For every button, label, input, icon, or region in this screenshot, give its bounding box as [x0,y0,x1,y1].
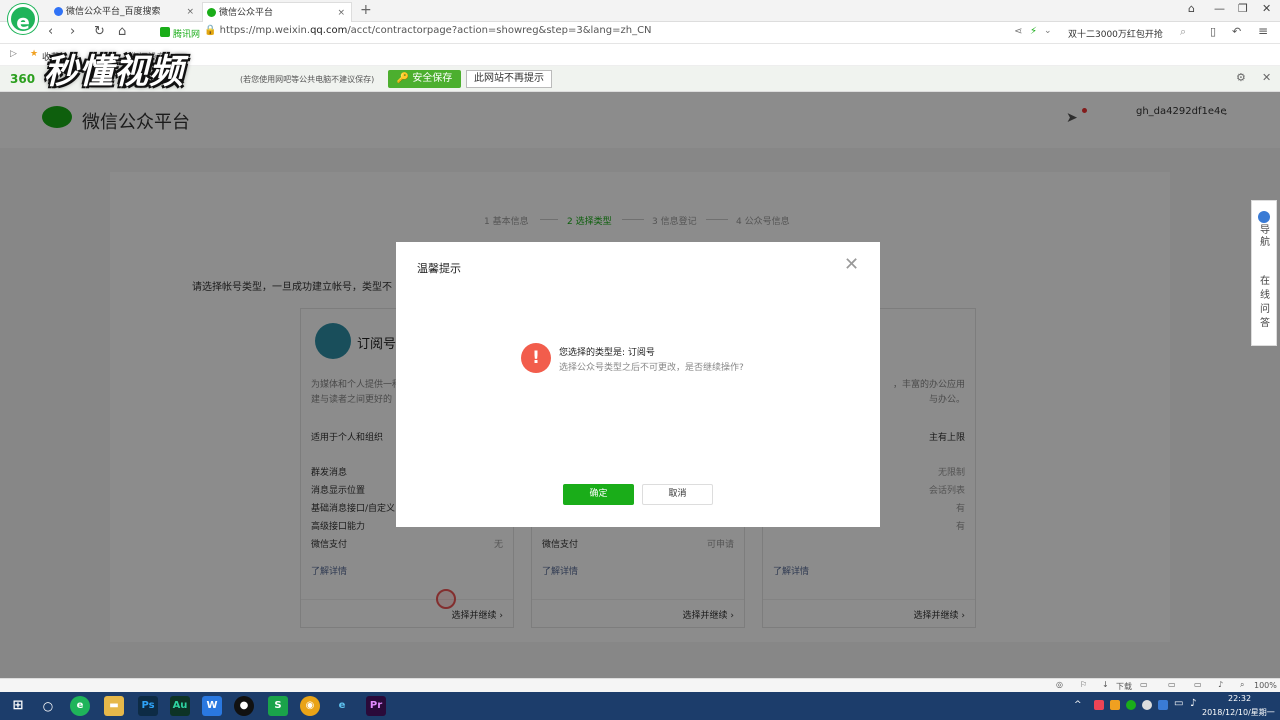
search-circle-icon[interactable]: ○ [38,696,58,716]
dialog-title: 温馨提示 [417,262,461,275]
close-tab-icon[interactable]: × [186,2,194,22]
tab-weixin[interactable]: 微信公众平台 × [202,2,352,22]
tab-bar: 微信公众平台_百度搜索 × 微信公众平台 × + ⌂ — ❐ ✕ [0,0,1280,22]
brand-360: 360 [10,72,36,86]
browser-status-bar: ◎ ⚐ ↓ 下载 ▭ ▭ ▭ ♪ ⌕ 100% [0,678,1280,692]
tray-app-icon[interactable] [1142,700,1152,710]
menu-icon[interactable]: ≡ [1258,24,1268,38]
address-bar[interactable]: 🔒 https://mp.weixin.qq.com/acct/contract… [204,25,652,36]
tray-app-icon[interactable] [1158,700,1168,710]
tab-baidu[interactable]: 微信公众平台_百度搜索 × [50,2,200,22]
dialog-submessage: 选择公众号类型之后不可更改，是否继续操作? [559,363,744,373]
bookmarks-bar: ▷ ★ 收藏 您还没有 [0,44,1280,66]
status-icon[interactable]: ▭ [1194,680,1202,689]
photoshop-icon[interactable]: Ps [138,696,158,716]
clock-time[interactable]: 22:32 [1228,694,1251,703]
save-notice: (若您使用网吧等公共电脑不建议保存) [240,75,375,84]
lock-icon: 🔒 [204,25,217,36]
ie-icon[interactable]: e [332,696,352,716]
browser-logo-icon: e [8,4,38,34]
reader-icon[interactable]: ▯ [1210,25,1216,38]
tab-label: 微信公众平台 [219,8,274,18]
url-domain: qq.com [310,25,348,36]
close-tab-icon[interactable]: × [337,3,345,23]
spreadsheet-icon[interactable]: S [268,696,288,716]
premiere-icon[interactable]: Pr [366,696,386,716]
wechat-favicon-icon [207,8,216,17]
dialog-message: 您选择的类型是: 订阅号 [559,348,655,358]
home-icon[interactable]: ⌂ [118,24,126,39]
password-save-bar: 360 (若您使用网吧等公共电脑不建议保存) 🔑 安全保存 此网站不再提示 ⚙ … [0,66,1280,92]
confirm-button[interactable]: 确定 [563,484,634,505]
navigation-bar: ‹ › ↻ ⌂ 腾讯网 🔒 https://mp.weixin.qq.com/a… [0,22,1280,44]
status-icon[interactable]: ◎ [1056,680,1063,689]
download-icon[interactable]: ↓ [1102,680,1109,689]
tray-app-icon[interactable] [1094,700,1104,710]
nav-badge-icon [1258,211,1270,223]
windows-taskbar: ⊞ ○ e ▬ Ps Au W ● S ◉ e Pr ^ ▭ ♪ 22:32 2… [0,692,1280,720]
tray-chevron-icon[interactable]: ^ [1074,700,1082,710]
zoom-icon[interactable]: ⌕ [1240,680,1244,690]
record-icon[interactable]: ● [234,696,254,716]
close-bar-icon[interactable]: ✕ [1262,71,1271,84]
chevron-down-icon[interactable]: ⌄ [1044,26,1052,36]
forward-icon[interactable]: › [70,24,75,39]
never-prompt-button[interactable]: 此网站不再提示 [466,70,552,88]
skin-icon[interactable]: ⌂ [1188,2,1195,15]
zoom-level[interactable]: 100% [1254,681,1277,690]
clock-date[interactable]: 2018/12/10/星期一 [1202,707,1275,718]
minimize-button[interactable]: — [1214,2,1225,15]
volume-icon[interactable]: ♪ [1218,680,1223,689]
warning-icon: ! [521,343,551,373]
sidebar-help[interactable]: 在线问答 [1259,275,1271,331]
site-badge-icon [160,27,170,37]
site-chip: 腾讯网 [173,30,201,40]
new-tab-button[interactable]: + [360,2,372,18]
floating-sidebar: 导航 在线问答 [1251,200,1277,346]
search-icon[interactable]: ⌕ [1180,25,1186,39]
url-path: /acct/contractorpage?action=showreg&step… [347,25,652,36]
search-hint[interactable]: 双十二3000万红包开抢 [1068,27,1163,40]
download-label[interactable]: 下载 [1116,681,1132,692]
back-icon[interactable]: ‹ [48,24,53,39]
maximize-button[interactable]: ❐ [1238,2,1248,15]
cancel-button[interactable]: 取消 [642,484,713,505]
star-icon: ★ [30,49,39,59]
status-icon[interactable]: ▭ [1140,680,1148,689]
video-watermark: 秒懂视频 [44,52,184,92]
tray-app-icon[interactable] [1110,700,1120,710]
key-icon: 🔑 [396,73,410,84]
wechat-tray-icon[interactable] [1126,700,1136,710]
confirm-dialog: 温馨提示 ✕ ! 您选择的类型是: 订阅号 选择公众号类型之后不可更改，是否继续… [396,242,880,527]
url-prefix: https://mp.weixin. [219,25,311,36]
tab-label: 微信公众平台_百度搜索 [66,7,161,17]
baidu-favicon-icon [54,7,63,16]
close-window-button[interactable]: ✕ [1262,2,1271,15]
settings-gear-icon[interactable]: ⚙ [1236,71,1246,84]
chrome-icon[interactable]: ◉ [300,696,320,716]
wps-icon[interactable]: W [202,696,222,716]
status-icon[interactable]: ⚐ [1080,680,1087,689]
share-icon[interactable]: ⋖ [1014,26,1022,37]
sidebar-toggle-icon[interactable]: ▷ [10,49,17,59]
status-icon[interactable]: ▭ [1168,680,1176,689]
sidebar-nav[interactable]: 导航 [1259,225,1271,249]
speed-icon[interactable]: ⚡ [1030,26,1037,37]
undo-icon[interactable]: ↶ [1232,25,1241,38]
safe-save-label: 安全保存 [412,73,453,84]
safe-save-button[interactable]: 🔑 安全保存 [388,70,461,88]
reload-icon[interactable]: ↻ [94,24,105,39]
windows-start-icon[interactable]: ⊞ [8,696,28,716]
folder-icon[interactable]: ▬ [104,696,124,716]
browser-taskbar-icon[interactable]: e [70,696,90,716]
audition-icon[interactable]: Au [170,696,190,716]
network-icon[interactable]: ▭ [1174,698,1183,709]
volume-tray-icon[interactable]: ♪ [1190,698,1196,709]
close-dialog-icon[interactable]: ✕ [844,254,859,275]
